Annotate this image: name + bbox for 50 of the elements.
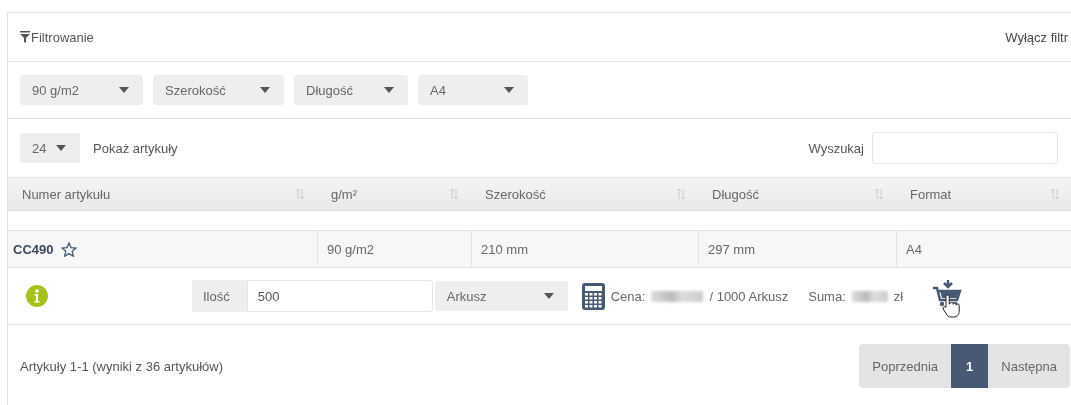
price-unit: / 1000 Arkusz: [709, 288, 789, 304]
dropdown[interactable]: Długość: [294, 75, 408, 105]
caret-icon: [260, 87, 270, 93]
calculator-icon: [581, 282, 605, 310]
dropdown[interactable]: 24: [20, 133, 80, 163]
caret-icon: [504, 87, 514, 93]
quantity-label: Ilość: [192, 280, 247, 312]
star-icon[interactable]: [61, 241, 78, 257]
hidden-price: [651, 290, 704, 302]
price-label: Cena:: [610, 288, 646, 304]
table-cell: 210 mm: [481, 241, 528, 257]
pagination-button[interactable]: Poprzednia: [859, 344, 952, 388]
column-header[interactable]: Szerokość: [485, 186, 546, 202]
currency: zł: [893, 288, 904, 304]
dropdown[interactable]: 90 g/m2: [20, 75, 143, 105]
article-number[interactable]: CC490: [13, 241, 54, 257]
filter-icon: [20, 31, 30, 43]
table-cell: A4: [906, 241, 922, 257]
column-header[interactable]: Numer artykułu: [22, 186, 111, 202]
info-icon[interactable]: [26, 285, 48, 307]
caret-icon: [56, 145, 66, 151]
sum-label: Suma:: [808, 288, 846, 304]
quantity-field[interactable]: 500: [246, 280, 433, 312]
column-header[interactable]: Długość: [712, 186, 759, 202]
panel-title: Filtrowanie: [31, 29, 94, 45]
caret-icon: [119, 87, 129, 93]
caret-icon: [543, 293, 554, 299]
dropdown[interactable]: A4: [418, 75, 528, 105]
results-summary: Artykuły 1-1 (wyniki z 36 artykułów): [20, 358, 223, 374]
search-field[interactable]: [872, 132, 1058, 164]
sort-icon[interactable]: [676, 188, 686, 200]
sort-icon[interactable]: [1050, 188, 1060, 200]
sort-icon[interactable]: [449, 188, 459, 200]
caret-icon: [384, 87, 394, 93]
clear-filter-link[interactable]: Wyłącz filtr: [1005, 29, 1068, 45]
column-header[interactable]: g/m²: [331, 186, 357, 202]
dropdown[interactable]: Arkusz: [434, 281, 568, 311]
dropdown[interactable]: Szerokość: [153, 75, 284, 105]
search-label: Wyszukaj: [808, 140, 864, 156]
pagination-button[interactable]: 1: [951, 344, 989, 388]
sort-icon[interactable]: [295, 188, 305, 200]
table-cell: 90 g/m2: [327, 241, 374, 257]
hand-cursor-icon: [942, 294, 962, 318]
page-size-label: Pokaż artykuły: [93, 140, 178, 156]
hidden-sum: [851, 290, 888, 302]
column-header[interactable]: Format: [910, 186, 952, 202]
table-cell: 297 mm: [708, 241, 755, 257]
sort-icon[interactable]: [874, 188, 884, 200]
add-to-cart-icon[interactable]: [933, 280, 964, 308]
pagination-button[interactable]: Następna: [988, 344, 1070, 388]
